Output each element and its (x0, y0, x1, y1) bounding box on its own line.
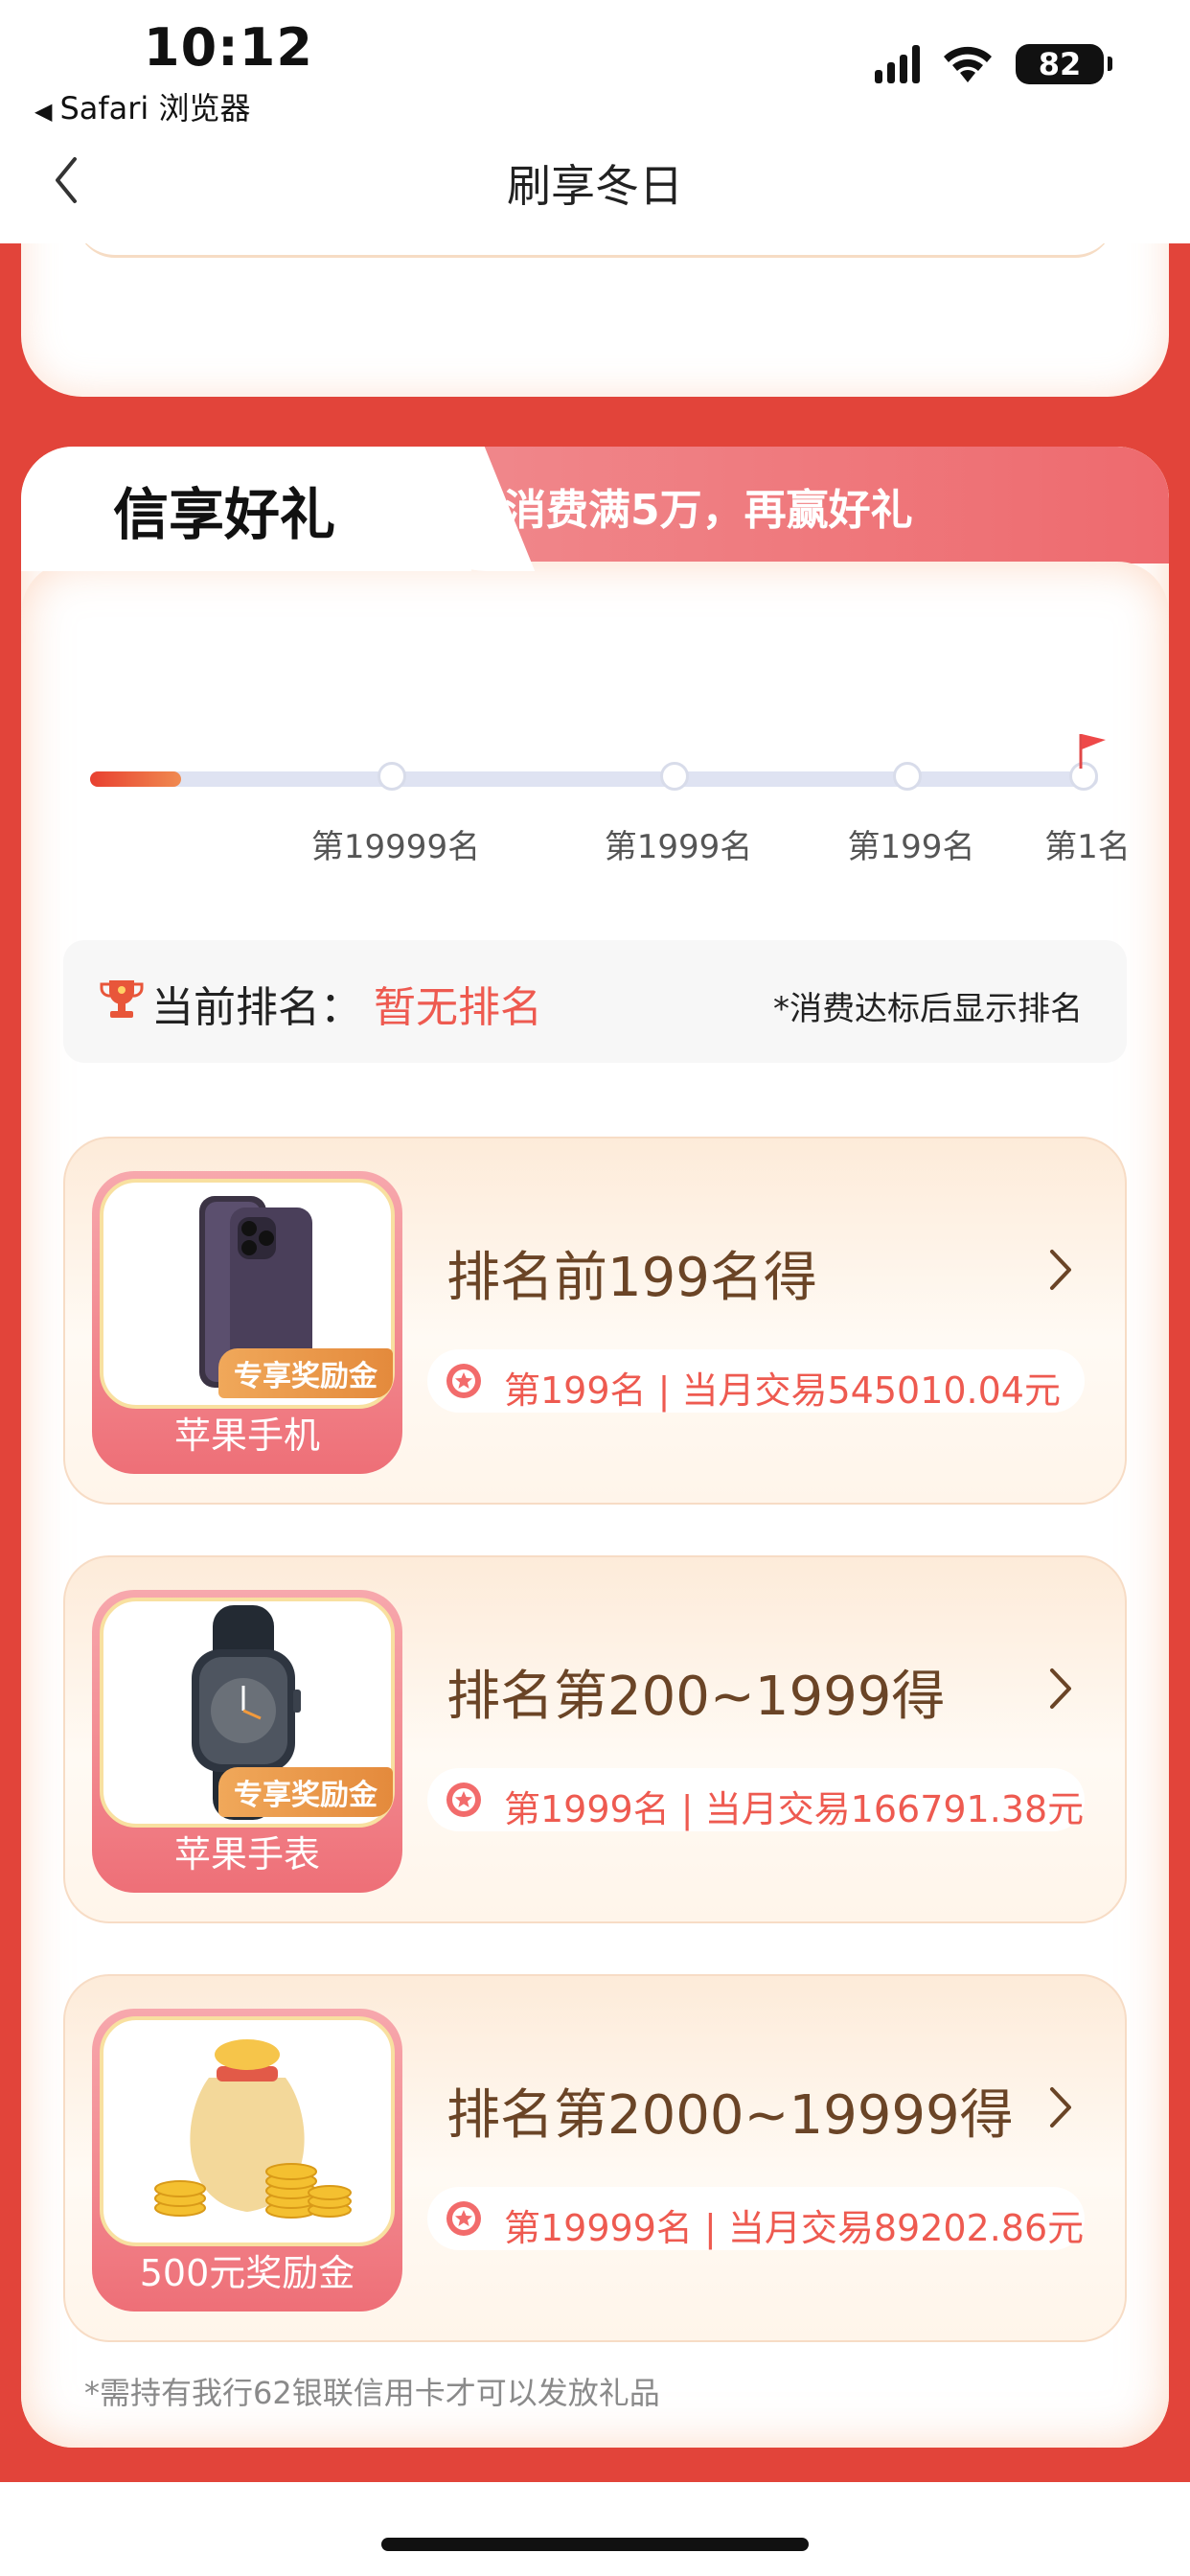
prize-item-label: 苹果手表 (173, 1833, 320, 1875)
chevron-right-icon[interactable] (1046, 1665, 1075, 1713)
rank-note: *消费达标后显示排名 (773, 990, 1083, 1028)
milestone-dot (893, 762, 922, 791)
gift-section-card: 信享好礼 消费满5万，再赢好礼 第19999名 第1999名 第199名 第1名… (21, 447, 1169, 2448)
prize-thumbnail: 500元奖励金 (92, 2009, 402, 2312)
rank-progress-fill (90, 771, 181, 787)
current-rank-box: 当前排名： 暂无排名 *消费达标后显示排名 (63, 940, 1127, 1063)
prize-info-text: 第1999名 | 当月交易166791.38元 (504, 1788, 1085, 1830)
chevron-right-icon[interactable] (1046, 2083, 1075, 2131)
prize-rank-title: 排名第200~1999得 (446, 1666, 946, 1728)
prize-rank-title: 排名第2000~19999得 (446, 2084, 1014, 2147)
milestone-label: 第199名 (847, 828, 975, 866)
current-rank-label: 当前排名： (151, 983, 362, 1032)
money-bag-image (154, 2039, 352, 2219)
back-to-app-link[interactable]: ◀ Safari 浏览器 (34, 84, 251, 128)
exclusive-bonus-badge: 专享奖励金 (218, 1767, 393, 1817)
star-medal-icon (446, 2201, 481, 2236)
section-subtitle: 消费满5万，再赢好礼 (504, 486, 913, 535)
cellular-signal-icon (875, 45, 920, 83)
status-time: 10:12 (144, 17, 313, 78)
prize-item-label: 500元奖励金 (139, 2252, 355, 2294)
section-title: 信享好礼 (113, 482, 336, 547)
prize-card-iphone[interactable]: 专享奖励金 苹果手机 排名前199名得 第199名 | 当月交易545010.0… (63, 1137, 1127, 1505)
milestone-dot (660, 762, 689, 791)
milestone-dot (378, 762, 406, 791)
prize-info-pill: 第1999名 | 当月交易166791.38元 (427, 1768, 1085, 1831)
wifi-icon (944, 46, 992, 82)
rank-progress-track (90, 762, 1098, 791)
current-rank-value: 暂无排名 (374, 983, 542, 1032)
prize-image-frame (100, 2016, 395, 2246)
exclusive-bonus-badge: 专享奖励金 (218, 1348, 393, 1398)
home-indicator[interactable] (381, 2538, 809, 2551)
page-title: 刷享冬日 (507, 160, 683, 212)
prize-thumbnail: 专享奖励金 苹果手机 (92, 1171, 402, 1474)
star-medal-icon (446, 1782, 481, 1817)
prize-rank-title: 排名前199名得 (446, 1247, 817, 1309)
milestone-label: 第1名 (1044, 828, 1131, 866)
bottom-bar (0, 2482, 1190, 2576)
milestone-label: 第1999名 (604, 828, 753, 866)
milestone-label: 第19999名 (310, 828, 481, 866)
prize-info-text: 第199名 | 当月交易545010.04元 (504, 1369, 1061, 1412)
battery-level: 82 (1038, 46, 1082, 82)
prize-info-pill: 第19999名 | 当月交易89202.86元 (427, 2187, 1085, 2250)
back-triangle-icon: ◀ (34, 98, 53, 125)
prize-thumbnail: 专享奖励金 苹果手表 (92, 1590, 402, 1893)
chevron-right-icon[interactable] (1046, 1246, 1075, 1294)
prize-info-pill: 第199名 | 当月交易545010.04元 (427, 1349, 1085, 1413)
trophy-icon (100, 980, 144, 1018)
back-app-label: Safari 浏览器 (59, 90, 251, 126)
star-medal-icon (446, 1364, 481, 1398)
prize-card-watch[interactable]: 专享奖励金 苹果手表 排名第200~1999得 第1999名 | 当月交易166… (63, 1555, 1127, 1923)
top-bar: 10:12 ◀ Safari 浏览器 82 刷享冬日 (0, 0, 1190, 243)
finish-flag-icon (1079, 734, 1106, 769)
prize-card-bonus[interactable]: 500元奖励金 排名第2000~19999得 第19999名 | 当月交易892… (63, 1974, 1127, 2342)
status-icons: 82 (875, 44, 1112, 84)
prize-info-text: 第19999名 | 当月交易89202.86元 (504, 2207, 1085, 2249)
prize-item-label: 苹果手机 (173, 1414, 320, 1457)
footnote: *需持有我行62银联信用卡才可以发放礼品 (84, 2375, 660, 2411)
battery-icon: 82 (1016, 44, 1112, 84)
